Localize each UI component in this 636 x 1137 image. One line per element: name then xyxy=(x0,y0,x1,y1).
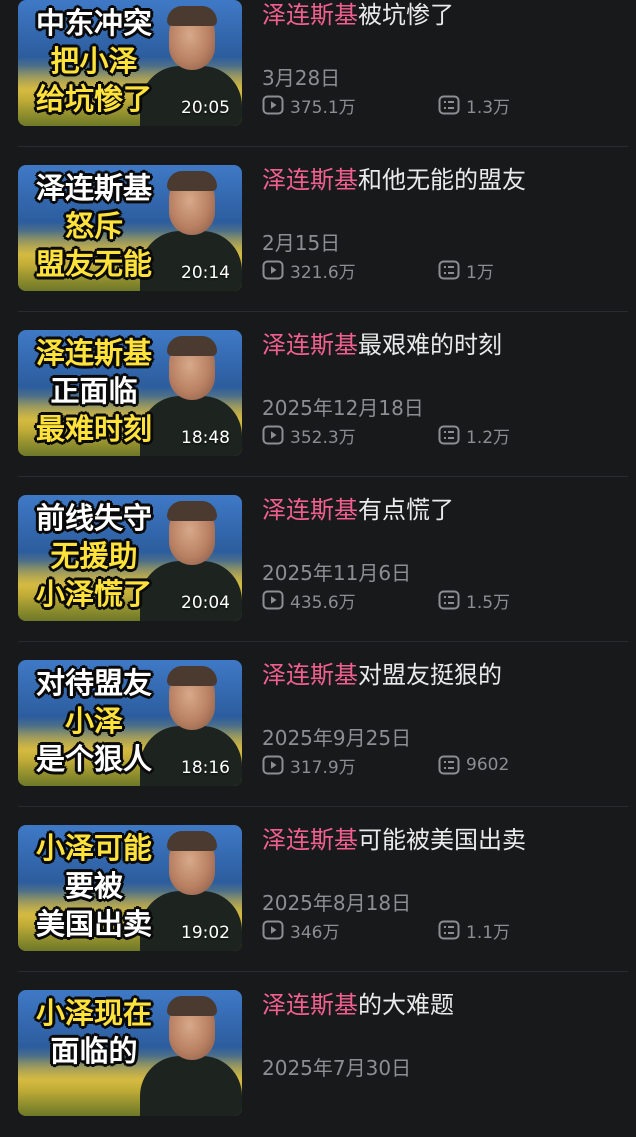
video-duration: 20:14 xyxy=(181,263,230,283)
video-thumbnail[interactable]: 小泽现在 面临的 xyxy=(18,990,242,1116)
title-text: 对盟友挺狠的 xyxy=(358,661,502,689)
video-title[interactable]: 泽连斯基被坑惨了 xyxy=(262,0,454,30)
danmaku-count-icon xyxy=(438,95,460,115)
title-keyword: 泽连斯基 xyxy=(262,496,358,524)
video-title[interactable]: 泽连斯基的大难题 xyxy=(262,990,454,1020)
video-thumbnail[interactable]: 泽连斯基 怒斥 盟友无能 20:14 xyxy=(18,165,242,291)
video-stats: 352.3万 1.2万 xyxy=(262,423,622,448)
title-text: 最艰难的时刻 xyxy=(358,331,502,359)
thumbnail-caption: 前线失守 无援助 小泽慌了 xyxy=(35,501,152,611)
video-item[interactable]: 中东冲突 把小泽 给坑惨了 20:05 泽连斯基被坑惨了 3月28日 375.1… xyxy=(0,0,636,147)
danmaku-count: 1万 xyxy=(438,258,494,283)
video-date: 2025年12月18日 xyxy=(262,396,424,420)
thumbnail-caption: 泽连斯基 正面临 最难时刻 xyxy=(35,336,152,446)
play-count: 317.9万 xyxy=(262,753,356,778)
play-count: 321.6万 xyxy=(262,258,356,283)
video-item[interactable]: 小泽可能 要被 美国出卖 19:02 泽连斯基可能被美国出卖 2025年8月18… xyxy=(0,807,636,972)
video-duration: 18:48 xyxy=(181,428,230,448)
play-count: 352.3万 xyxy=(262,423,356,448)
title-text: 的大难题 xyxy=(358,991,454,1019)
video-duration: 20:05 xyxy=(181,98,230,118)
title-keyword: 泽连斯基 xyxy=(262,661,358,689)
play-count-icon xyxy=(262,95,284,115)
danmaku-count-icon xyxy=(438,425,460,445)
play-count-icon xyxy=(262,260,284,280)
thumbnail-caption: 中东冲突 把小泽 给坑惨了 xyxy=(35,6,152,116)
video-item[interactable]: 对待盟友 小泽 是个狠人 18:16 泽连斯基对盟友挺狠的 2025年9月25日… xyxy=(0,642,636,807)
video-thumbnail[interactable]: 小泽可能 要被 美国出卖 19:02 xyxy=(18,825,242,951)
title-text: 有点慌了 xyxy=(358,496,454,524)
danmaku-count: 1.1万 xyxy=(438,918,510,943)
video-date: 2025年9月25日 xyxy=(262,726,412,750)
danmaku-count-icon xyxy=(438,755,460,775)
title-keyword: 泽连斯基 xyxy=(262,331,358,359)
video-item[interactable]: 小泽现在 面临的 泽连斯基的大难题 2025年7月30日 xyxy=(0,972,636,1137)
video-duration: 19:02 xyxy=(181,923,230,943)
video-stats: 435.6万 1.5万 xyxy=(262,588,622,613)
play-count-icon xyxy=(262,755,284,775)
thumbnail-caption: 小泽可能 要被 美国出卖 xyxy=(35,831,152,941)
title-keyword: 泽连斯基 xyxy=(262,166,358,194)
video-date: 2月15日 xyxy=(262,231,341,255)
title-keyword: 泽连斯基 xyxy=(262,1,358,29)
video-thumbnail[interactable]: 泽连斯基 正面临 最难时刻 18:48 xyxy=(18,330,242,456)
thumbnail-caption: 对待盟友 小泽 是个狠人 xyxy=(35,666,152,776)
video-stats: 317.9万 9602 xyxy=(262,753,622,778)
play-count: 435.6万 xyxy=(262,588,356,613)
title-keyword: 泽连斯基 xyxy=(262,991,358,1019)
video-title[interactable]: 泽连斯基有点慌了 xyxy=(262,495,454,525)
video-title[interactable]: 泽连斯基可能被美国出卖 xyxy=(262,825,526,855)
thumbnail-caption: 小泽现在 面临的 xyxy=(35,996,152,1068)
video-item[interactable]: 泽连斯基 正面临 最难时刻 18:48 泽连斯基最艰难的时刻 2025年12月1… xyxy=(0,312,636,477)
video-thumbnail[interactable]: 对待盟友 小泽 是个狠人 18:16 xyxy=(18,660,242,786)
video-date: 2025年11月6日 xyxy=(262,561,412,585)
video-date: 2025年8月18日 xyxy=(262,891,412,915)
video-item[interactable]: 泽连斯基 怒斥 盟友无能 20:14 泽连斯基和他无能的盟友 2月15日 321… xyxy=(0,147,636,312)
video-duration: 18:16 xyxy=(181,758,230,778)
video-item[interactable]: 前线失守 无援助 小泽慌了 20:04 泽连斯基有点慌了 2025年11月6日 … xyxy=(0,477,636,642)
video-date: 3月28日 xyxy=(262,66,341,90)
danmaku-count: 1.5万 xyxy=(438,588,510,613)
video-thumbnail[interactable]: 中东冲突 把小泽 给坑惨了 20:05 xyxy=(18,0,242,126)
title-text: 和他无能的盟友 xyxy=(358,166,526,194)
title-text: 被坑惨了 xyxy=(358,1,454,29)
video-stats: 321.6万 1万 xyxy=(262,258,622,283)
danmaku-count: 1.3万 xyxy=(438,93,510,118)
danmaku-count: 9602 xyxy=(438,753,509,777)
title-keyword: 泽连斯基 xyxy=(262,826,358,854)
thumbnail-caption: 泽连斯基 怒斥 盟友无能 xyxy=(35,171,152,281)
danmaku-count-icon xyxy=(438,590,460,610)
video-date: 2025年7月30日 xyxy=(262,1056,412,1080)
play-count-icon xyxy=(262,590,284,610)
video-duration: 20:04 xyxy=(181,593,230,613)
danmaku-count-icon xyxy=(438,260,460,280)
danmaku-count-icon xyxy=(438,920,460,940)
play-count: 375.1万 xyxy=(262,93,356,118)
play-count-icon xyxy=(262,920,284,940)
video-list: 中东冲突 把小泽 给坑惨了 20:05 泽连斯基被坑惨了 3月28日 375.1… xyxy=(0,0,636,1137)
play-count: 346万 xyxy=(262,918,339,943)
video-title[interactable]: 泽连斯基和他无能的盟友 xyxy=(262,165,526,195)
video-thumbnail[interactable]: 前线失守 无援助 小泽慌了 20:04 xyxy=(18,495,242,621)
video-title[interactable]: 泽连斯基最艰难的时刻 xyxy=(262,330,502,360)
video-stats: 375.1万 1.3万 xyxy=(262,93,622,118)
play-count-icon xyxy=(262,425,284,445)
video-title[interactable]: 泽连斯基对盟友挺狠的 xyxy=(262,660,502,690)
danmaku-count: 1.2万 xyxy=(438,423,510,448)
title-text: 可能被美国出卖 xyxy=(358,826,526,854)
video-stats: 346万 1.1万 xyxy=(262,918,622,943)
